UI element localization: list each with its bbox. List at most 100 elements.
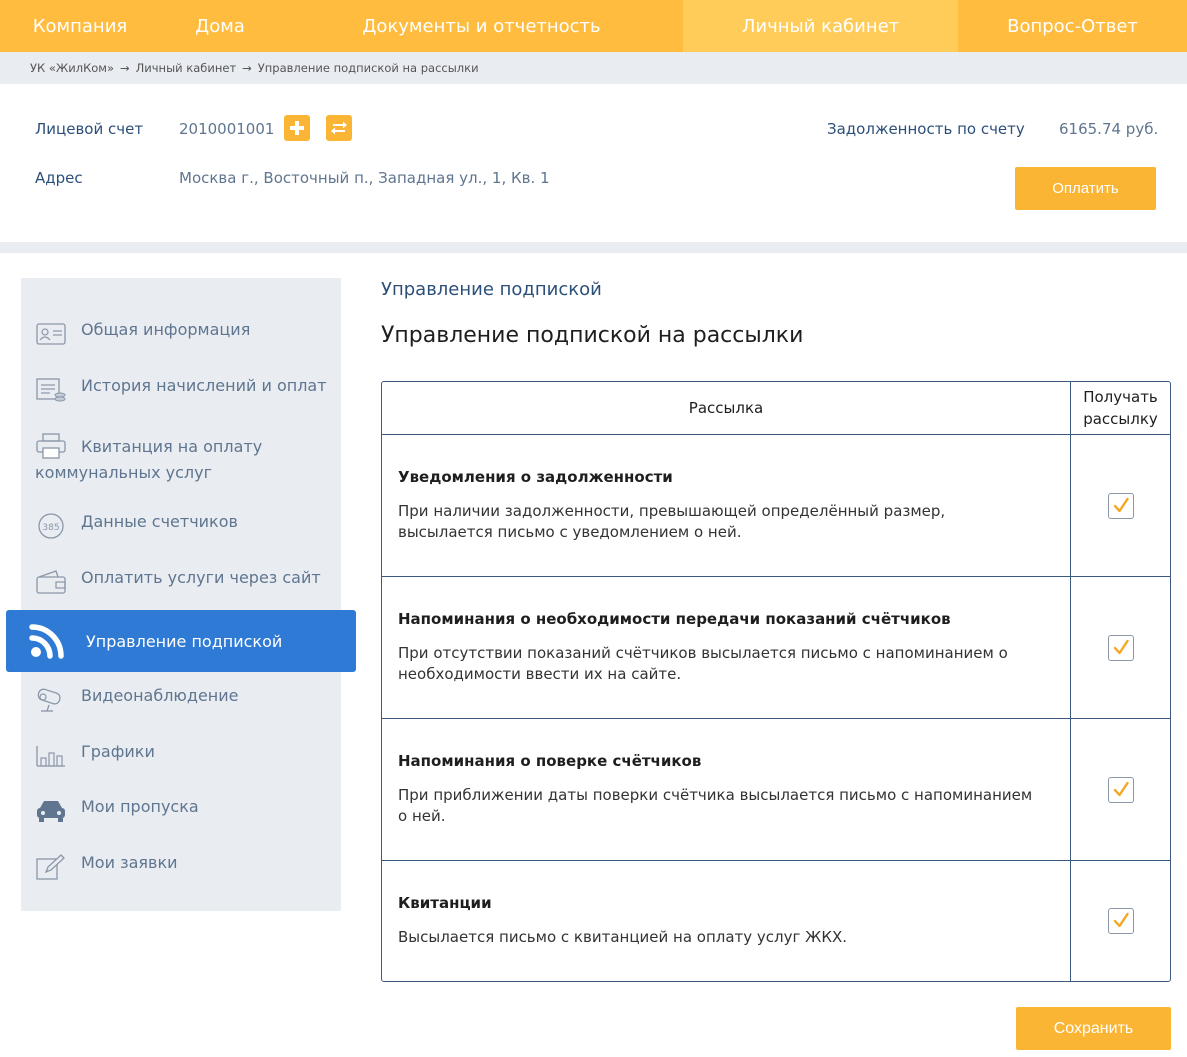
subscription-checkbox[interactable] — [1107, 776, 1134, 803]
nav-item-company[interactable]: Компания — [0, 0, 160, 52]
subscription-description-line: необходимости ввести их на сайте. — [398, 665, 682, 683]
nav-item-faq[interactable]: Вопрос-Ответ — [958, 0, 1187, 52]
subscription-description: При наличии задолженности, превышающей о… — [398, 501, 1054, 543]
pay-button[interactable]: Оплатить — [1015, 167, 1156, 210]
nav-item-houses[interactable]: Дома — [160, 0, 280, 52]
sidebar-item-video[interactable]: Видеонаблюдение — [35, 686, 239, 714]
table-row: Квитанции Высылается письмо с квитанцией… — [382, 861, 1170, 981]
subscriptions-table: Рассылка Получать рассылку Уведомления о… — [381, 381, 1171, 982]
wallet-icon — [35, 568, 67, 596]
sidebar-item-label: Управление подпиской — [86, 631, 283, 651]
nav-item-account[interactable]: Личный кабинет — [683, 0, 958, 52]
subscription-checkbox[interactable] — [1107, 634, 1134, 661]
subscription-checkbox[interactable] — [1107, 492, 1134, 519]
table-row: Уведомления о задолженности При наличии … — [382, 435, 1170, 577]
sidebar-item-passes[interactable]: Мои пропуска — [35, 797, 199, 825]
column-header-receive-line2: рассылку — [1083, 410, 1158, 428]
subscription-description: Высылается письмо с квитанцией на оплату… — [398, 927, 1054, 948]
sidebar-item-label: Графики — [81, 742, 155, 761]
sidebar: Общая информация История начислений и оп… — [6, 278, 356, 911]
history-icon — [35, 376, 67, 404]
subscription-description-line: При наличии задолженности, превышающей о… — [398, 502, 946, 520]
address-value: Москва г., Восточный п., Западная ул., 1… — [179, 169, 550, 187]
account-number: 2010001001 — [179, 120, 275, 138]
sidebar-item-receipt[interactable]: Квитанция на оплату коммунальных услуг — [35, 432, 262, 485]
column-header-mailing: Рассылка — [382, 382, 1071, 435]
checkmark-icon — [1113, 497, 1129, 512]
subscription-checkbox-cell — [1071, 577, 1170, 719]
rss-icon — [28, 623, 72, 659]
column-header-receive: Получать рассылку — [1071, 382, 1170, 435]
nav-item-documents[interactable]: Документы и отчетность — [280, 0, 683, 52]
subscription-description: При отсутствии показаний счётчиков высыл… — [398, 643, 1054, 685]
checkmark-icon — [1113, 639, 1129, 654]
subscription-checkbox-cell — [1071, 719, 1170, 861]
breadcrumb-account[interactable]: Личный кабинет — [136, 61, 237, 75]
chart-icon — [35, 742, 67, 770]
subscription-info: Напоминания о необходимости передачи пок… — [382, 577, 1071, 719]
subscription-description-line: Высылается письмо с квитанцией на оплату… — [398, 928, 848, 946]
breadcrumb-separator: → — [120, 61, 130, 75]
subscription-title: Уведомления о задолженности — [398, 468, 673, 486]
sidebar-item-pay-online[interactable]: Оплатить услуги через сайт — [35, 568, 321, 596]
subscription-title: Напоминания о поверке счётчиков — [398, 752, 702, 770]
breadcrumb: УК «ЖилКом» → Личный кабинет → Управлени… — [0, 52, 1187, 84]
page-title: Управление подпиской на рассылки — [381, 323, 804, 348]
svg-text:385: 385 — [42, 523, 59, 533]
sidebar-item-label: Мои пропуска — [81, 797, 199, 816]
sidebar-item-label: Оплатить услуги через сайт — [81, 568, 321, 587]
sidebar-item-meters[interactable]: 385 Данные счетчиков — [35, 512, 238, 540]
sidebar-item-history[interactable]: История начислений и оплат — [35, 376, 327, 404]
breadcrumb-separator: → — [242, 61, 252, 75]
debt-value: 6165.74 руб. — [1059, 120, 1159, 138]
breadcrumb-current: Управление подпиской на рассылки — [257, 61, 479, 75]
sidebar-item-label: Общая информация — [81, 320, 251, 339]
section-divider — [0, 242, 1187, 253]
subscription-description-line: При приближении даты поверки счётчика вы… — [398, 786, 1033, 804]
checkmark-icon — [1113, 781, 1129, 796]
account-panel: Лицевой счет 2010001001 Адрес Москва г.,… — [0, 84, 1187, 242]
id-card-icon — [35, 320, 67, 348]
sidebar-item-label: Данные счетчиков — [81, 512, 238, 531]
debt-label: Задолженность по счету — [827, 120, 1025, 138]
column-header-receive-line1: Получать — [1083, 388, 1158, 406]
subscription-checkbox[interactable] — [1107, 908, 1134, 934]
table-row: Напоминания о поверке счётчиков При приб… — [382, 719, 1170, 861]
checkmark-icon — [1113, 912, 1129, 928]
sidebar-item-general-info[interactable]: Общая информация — [35, 320, 250, 348]
address-label: Адрес — [35, 169, 83, 187]
breadcrumb-home[interactable]: УК «ЖилКом» — [30, 61, 114, 75]
sidebar-item-charts[interactable]: Графики — [35, 742, 155, 770]
subscription-description-line: высылается письмо с уведомлением о ней. — [398, 523, 742, 541]
swap-icon — [331, 121, 347, 135]
subscription-description: При приближении даты поверки счётчика вы… — [398, 785, 1054, 827]
sidebar-item-label: История начислений и оплат — [81, 376, 327, 395]
meter-icon: 385 — [35, 512, 67, 540]
add-account-button[interactable] — [284, 115, 310, 141]
subscription-checkbox-cell — [1071, 861, 1170, 981]
section-subtitle: Управление подпиской — [381, 279, 602, 300]
subscription-description-line: о ней. — [398, 807, 446, 825]
subscription-title: Квитанции — [398, 894, 492, 912]
subscription-checkbox-cell — [1071, 435, 1170, 577]
switch-account-button[interactable] — [326, 115, 352, 141]
plus-icon — [290, 121, 304, 135]
subscription-title: Напоминания о необходимости передачи пок… — [398, 610, 951, 628]
sidebar-item-requests[interactable]: Мои заявки — [35, 853, 178, 881]
subscription-info: Квитанции Высылается письмо с квитанцией… — [382, 861, 1071, 981]
sidebar-item-subscription[interactable]: Управление подпиской — [6, 610, 356, 672]
save-button[interactable]: Сохранить — [1016, 1007, 1171, 1050]
sidebar-item-label: Квитанция на оплату — [81, 436, 263, 456]
table-row: Напоминания о необходимости передачи пок… — [382, 577, 1170, 719]
subscription-info: Напоминания о поверке счётчиков При приб… — [382, 719, 1071, 861]
printer-icon — [35, 432, 67, 460]
sidebar-item-label-line2: коммунальных услуг — [35, 463, 212, 482]
sidebar-item-label: Видеонаблюдение — [81, 686, 239, 705]
sidebar-item-label: Мои заявки — [81, 853, 178, 872]
subscription-description-line: При отсутствии показаний счётчиков высыл… — [398, 644, 1008, 662]
account-label: Лицевой счет — [35, 120, 144, 138]
edit-icon — [35, 853, 67, 881]
camera-icon — [35, 686, 67, 714]
subscription-info: Уведомления о задолженности При наличии … — [382, 435, 1071, 577]
table-header: Рассылка Получать рассылку — [382, 382, 1170, 435]
